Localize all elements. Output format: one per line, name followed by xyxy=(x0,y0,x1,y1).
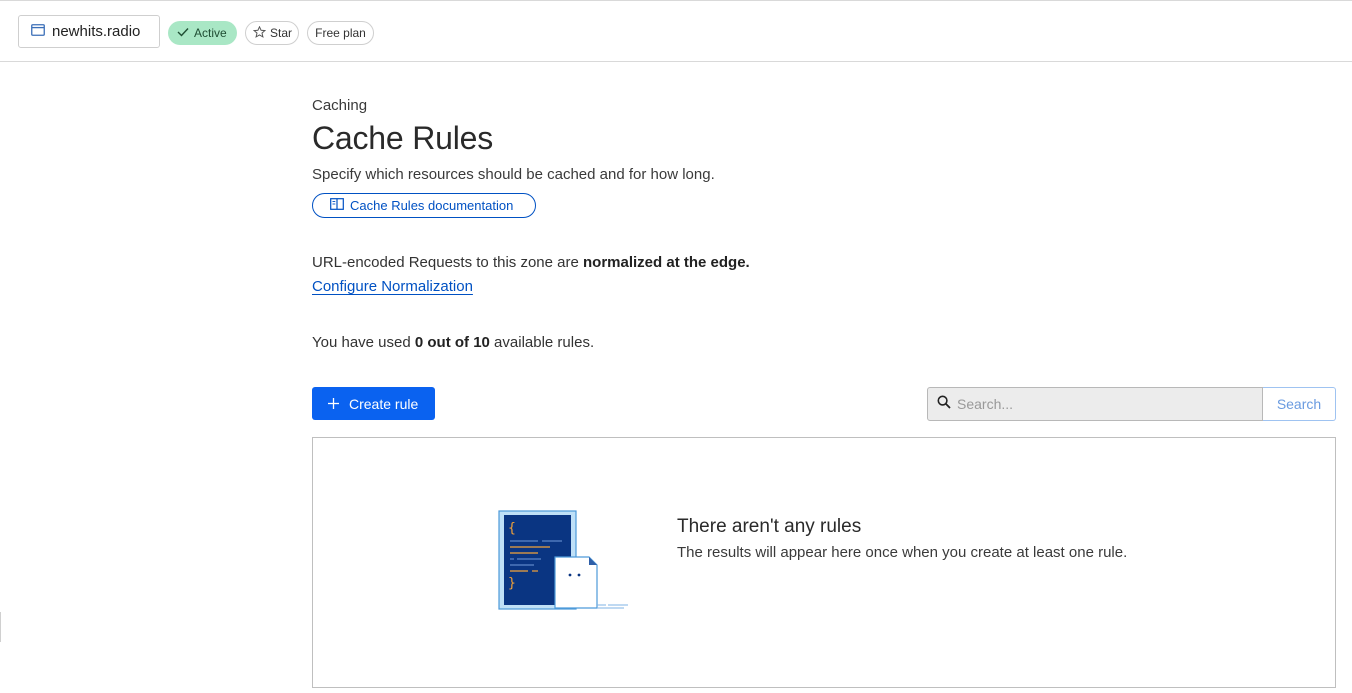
sidebar-edge xyxy=(0,612,1,642)
top-bar: newhits.radio Active Star Free plan xyxy=(0,0,1352,62)
normalization-notice: URL-encoded Requests to this zone are no… xyxy=(312,254,750,271)
search-icon xyxy=(937,394,951,414)
book-icon xyxy=(330,198,344,213)
star-button[interactable]: Star xyxy=(245,21,299,45)
rules-empty-state: { } There aren't any rules The results w… xyxy=(312,437,1336,688)
empty-state-title: There aren't any rules xyxy=(677,516,862,537)
code-document-illustration: { } xyxy=(498,510,633,617)
plan-label: Free plan xyxy=(315,26,366,40)
usage-suffix: available rules. xyxy=(489,334,595,351)
rule-usage: You have used 0 out of 10 available rule… xyxy=(312,334,594,351)
zone-selector-button[interactable]: newhits.radio xyxy=(18,15,160,48)
empty-state-subtitle: The results will appear here once when y… xyxy=(677,544,1128,561)
status-badge: Active xyxy=(168,21,237,45)
svg-text:}: } xyxy=(508,576,516,591)
documentation-link-label: Cache Rules documentation xyxy=(350,198,514,213)
star-label: Star xyxy=(270,26,293,40)
status-label: Active xyxy=(194,26,227,40)
search-field[interactable] xyxy=(927,387,1263,421)
browser-window-icon xyxy=(31,23,45,41)
documentation-link[interactable]: Cache Rules documentation xyxy=(312,193,536,218)
breadcrumb: Caching xyxy=(312,97,368,114)
plus-icon xyxy=(328,396,339,412)
create-rule-button[interactable]: Create rule xyxy=(312,387,435,420)
svg-text:{: { xyxy=(508,521,516,536)
create-rule-label: Create rule xyxy=(349,395,419,412)
page-title: Cache Rules xyxy=(312,120,494,156)
configure-normalization-link[interactable]: Configure Normalization xyxy=(312,278,473,295)
normalization-text: URL-encoded Requests to this zone are xyxy=(312,254,583,271)
usage-count: 0 out of 10 xyxy=(414,334,490,351)
usage-prefix: You have used xyxy=(312,334,415,351)
page-description: Specify which resources should be cached… xyxy=(312,166,715,183)
checkmark-icon xyxy=(177,26,189,40)
search-group: Search xyxy=(927,387,1336,421)
normalization-emphasis: normalized at the edge. xyxy=(583,254,750,271)
plan-badge[interactable]: Free plan xyxy=(307,21,374,45)
search-input[interactable] xyxy=(957,396,1247,412)
search-button[interactable]: Search xyxy=(1263,387,1336,421)
star-icon xyxy=(252,25,267,41)
zone-name: newhits.radio xyxy=(52,23,141,40)
